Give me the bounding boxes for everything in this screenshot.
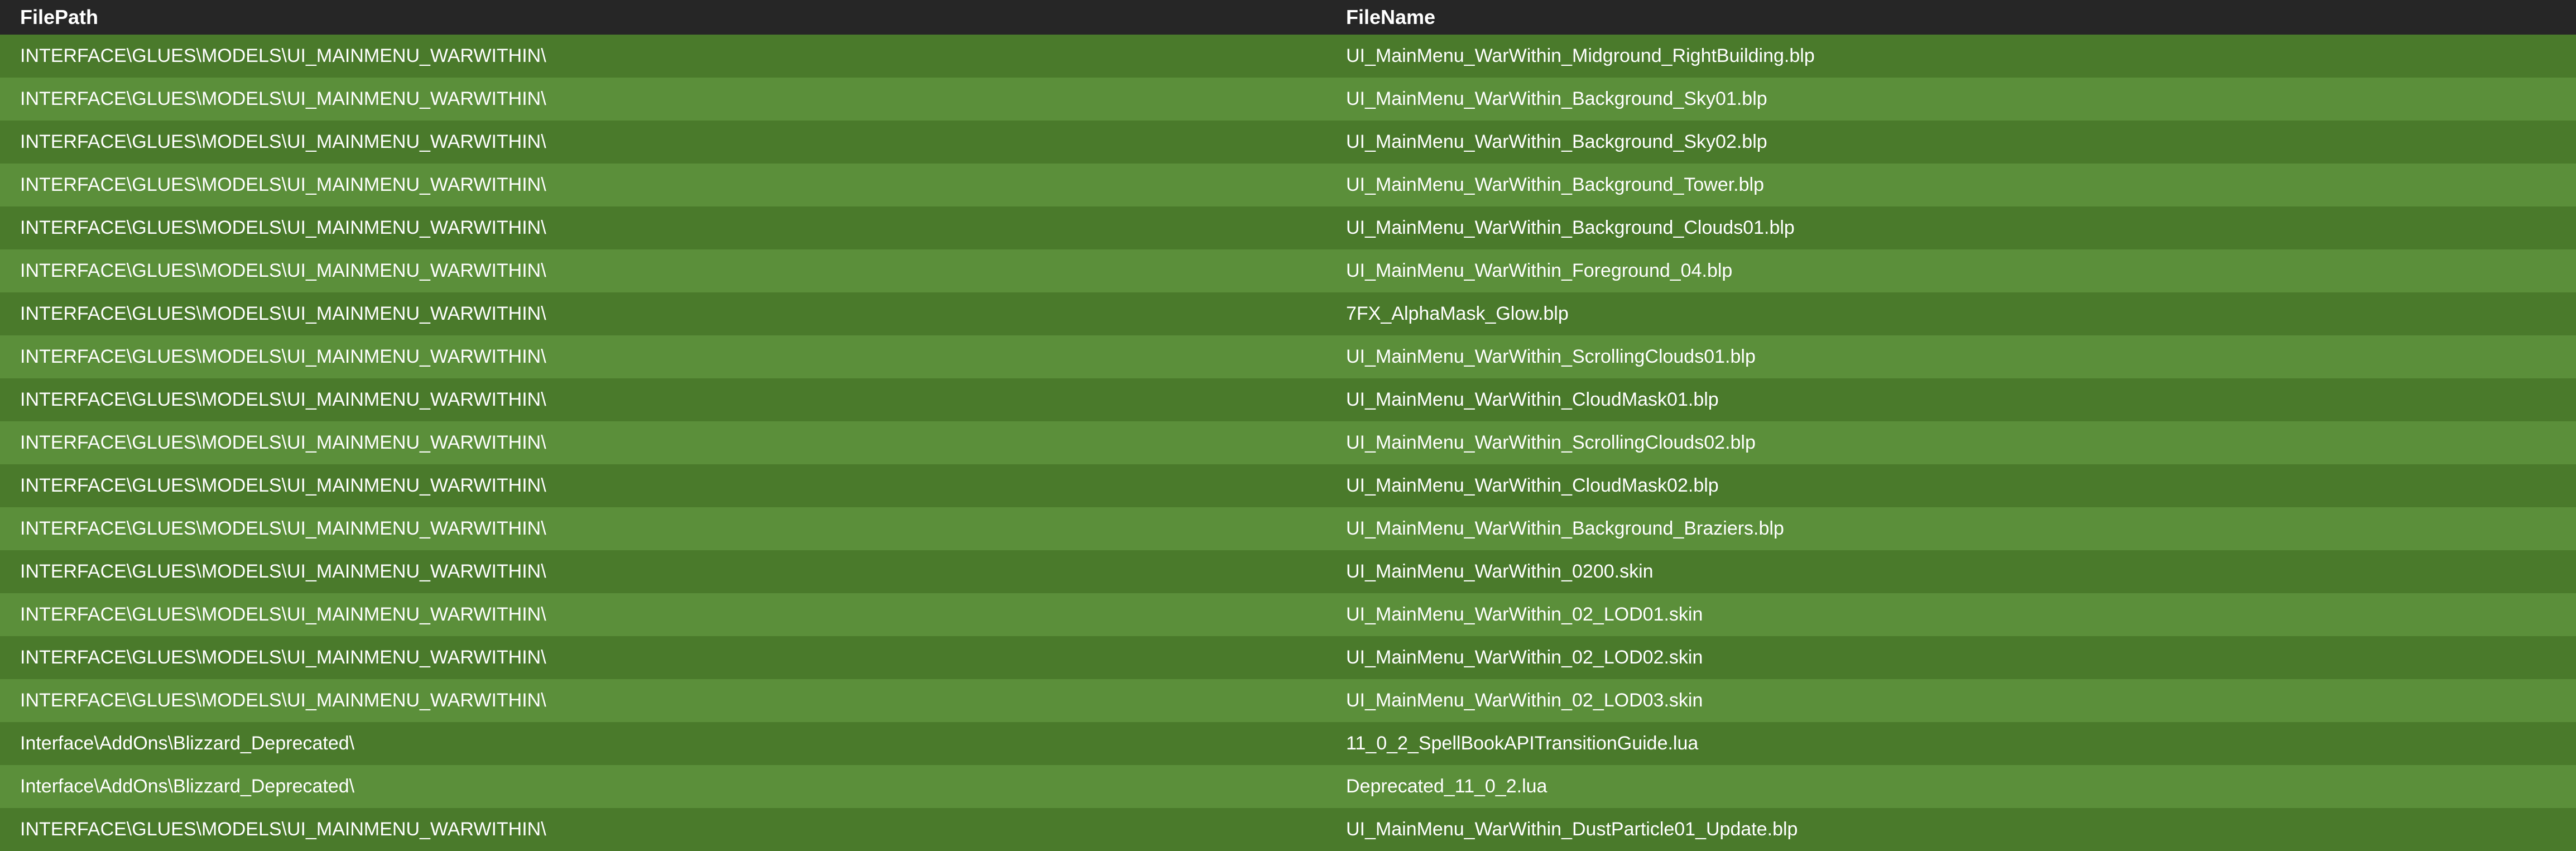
table-row[interactable]: INTERFACE\GLUES\MODELS\UI_MAINMENU_WARWI…	[0, 121, 2576, 164]
filepath-cell: INTERFACE\GLUES\MODELS\UI_MAINMENU_WARWI…	[20, 647, 546, 668]
table-row[interactable]: INTERFACE\GLUES\MODELS\UI_MAINMENU_WARWI…	[0, 164, 2576, 206]
table-row[interactable]: INTERFACE\GLUES\MODELS\UI_MAINMENU_WARWI…	[0, 292, 2576, 335]
table-row[interactable]: Interface\AddOns\Blizzard_Deprecated\ 11…	[0, 722, 2576, 765]
filename-cell: UI_MainMenu_WarWithin_Midground_RightBui…	[1346, 45, 1815, 66]
filename-cell: UI_MainMenu_WarWithin_CloudMask01.blp	[1346, 389, 1719, 410]
filename-cell: UI_MainMenu_WarWithin_CloudMask02.blp	[1346, 475, 1719, 496]
table-row[interactable]: INTERFACE\GLUES\MODELS\UI_MAINMENU_WARWI…	[0, 636, 2576, 679]
filename-cell: UI_MainMenu_WarWithin_02_LOD01.skin	[1346, 604, 1703, 625]
filename-cell: 7FX_AlphaMask_Glow.blp	[1346, 303, 1569, 324]
column-header-filepath[interactable]: FilePath	[0, 0, 1326, 35]
table-row[interactable]: INTERFACE\GLUES\MODELS\UI_MAINMENU_WARWI…	[0, 35, 2576, 78]
table-row[interactable]: INTERFACE\GLUES\MODELS\UI_MAINMENU_WARWI…	[0, 206, 2576, 249]
filepath-cell: INTERFACE\GLUES\MODELS\UI_MAINMENU_WARWI…	[20, 561, 546, 582]
table-row[interactable]: INTERFACE\GLUES\MODELS\UI_MAINMENU_WARWI…	[0, 550, 2576, 593]
table-row[interactable]: INTERFACE\GLUES\MODELS\UI_MAINMENU_WARWI…	[0, 464, 2576, 507]
filename-cell: UI_MainMenu_WarWithin_DustParticle01_Upd…	[1346, 819, 1798, 840]
table-row[interactable]: INTERFACE\GLUES\MODELS\UI_MAINMENU_WARWI…	[0, 249, 2576, 292]
filepath-cell: INTERFACE\GLUES\MODELS\UI_MAINMENU_WARWI…	[20, 45, 546, 66]
table-body: INTERFACE\GLUES\MODELS\UI_MAINMENU_WARWI…	[0, 35, 2576, 851]
filepath-cell: INTERFACE\GLUES\MODELS\UI_MAINMENU_WARWI…	[20, 389, 546, 410]
table-row[interactable]: INTERFACE\GLUES\MODELS\UI_MAINMENU_WARWI…	[0, 507, 2576, 550]
filename-cell: 11_0_2_SpellBookAPITransitionGuide.lua	[1346, 733, 1699, 754]
filename-cell: UI_MainMenu_WarWithin_02_LOD02.skin	[1346, 647, 1703, 668]
filename-cell: UI_MainMenu_WarWithin_02_LOD03.skin	[1346, 690, 1703, 711]
filename-cell: Deprecated_11_0_2.lua	[1346, 776, 1547, 797]
table-row[interactable]: INTERFACE\GLUES\MODELS\UI_MAINMENU_WARWI…	[0, 679, 2576, 722]
filename-cell: UI_MainMenu_WarWithin_Background_Sky01.b…	[1346, 88, 1767, 109]
filename-cell: UI_MainMenu_WarWithin_0200.skin	[1346, 561, 1654, 582]
table-row[interactable]: INTERFACE\GLUES\MODELS\UI_MAINMENU_WARWI…	[0, 593, 2576, 636]
table-row[interactable]: INTERFACE\GLUES\MODELS\UI_MAINMENU_WARWI…	[0, 378, 2576, 421]
table-row[interactable]: INTERFACE\GLUES\MODELS\UI_MAINMENU_WARWI…	[0, 78, 2576, 121]
filepath-cell: INTERFACE\GLUES\MODELS\UI_MAINMENU_WARWI…	[20, 518, 546, 539]
filename-cell: UI_MainMenu_WarWithin_Background_Clouds0…	[1346, 217, 1795, 238]
filepath-cell: INTERFACE\GLUES\MODELS\UI_MAINMENU_WARWI…	[20, 303, 546, 324]
filename-cell: UI_MainMenu_WarWithin_ScrollingClouds01.…	[1346, 346, 1756, 367]
filename-cell: UI_MainMenu_WarWithin_Background_Brazier…	[1346, 518, 1784, 539]
filepath-cell: INTERFACE\GLUES\MODELS\UI_MAINMENU_WARWI…	[20, 260, 546, 281]
filepath-cell: INTERFACE\GLUES\MODELS\UI_MAINMENU_WARWI…	[20, 88, 546, 109]
column-header-filename[interactable]: FileName	[1326, 0, 2576, 35]
filepath-cell: Interface\AddOns\Blizzard_Deprecated\	[20, 733, 355, 754]
table-row[interactable]: INTERFACE\GLUES\MODELS\UI_MAINMENU_WARWI…	[0, 421, 2576, 464]
table-row[interactable]: INTERFACE\GLUES\MODELS\UI_MAINMENU_WARWI…	[0, 335, 2576, 378]
filename-cell: UI_MainMenu_WarWithin_Foreground_04.blp	[1346, 260, 1733, 281]
filepath-cell: INTERFACE\GLUES\MODELS\UI_MAINMENU_WARWI…	[20, 475, 546, 496]
filename-cell: UI_MainMenu_WarWithin_Background_Sky02.b…	[1346, 131, 1767, 152]
table-header: FilePath FileName	[0, 0, 2576, 35]
filepath-cell: INTERFACE\GLUES\MODELS\UI_MAINMENU_WARWI…	[20, 432, 546, 453]
file-table: FilePath FileName INTERFACE\GLUES\MODELS…	[0, 0, 2576, 851]
filepath-cell: INTERFACE\GLUES\MODELS\UI_MAINMENU_WARWI…	[20, 604, 546, 625]
filepath-cell: INTERFACE\GLUES\MODELS\UI_MAINMENU_WARWI…	[20, 346, 546, 367]
filepath-cell: INTERFACE\GLUES\MODELS\UI_MAINMENU_WARWI…	[20, 690, 546, 711]
filename-cell: UI_MainMenu_WarWithin_ScrollingClouds02.…	[1346, 432, 1756, 453]
table-row[interactable]: Interface\AddOns\Blizzard_Deprecated\ De…	[0, 765, 2576, 808]
filepath-cell: INTERFACE\GLUES\MODELS\UI_MAINMENU_WARWI…	[20, 217, 546, 238]
filepath-cell: INTERFACE\GLUES\MODELS\UI_MAINMENU_WARWI…	[20, 174, 546, 195]
filename-cell: UI_MainMenu_WarWithin_Background_Tower.b…	[1346, 174, 1764, 195]
filepath-cell: Interface\AddOns\Blizzard_Deprecated\	[20, 776, 355, 797]
table-row[interactable]: INTERFACE\GLUES\MODELS\UI_MAINMENU_WARWI…	[0, 808, 2576, 851]
filepath-cell: INTERFACE\GLUES\MODELS\UI_MAINMENU_WARWI…	[20, 131, 546, 152]
filepath-cell: INTERFACE\GLUES\MODELS\UI_MAINMENU_WARWI…	[20, 819, 546, 840]
